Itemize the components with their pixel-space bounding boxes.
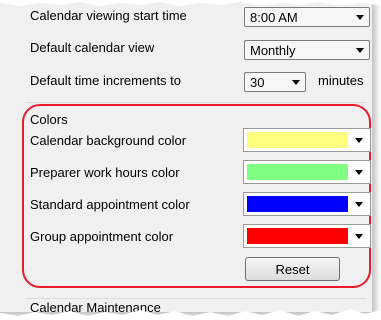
preparer-work-hours-color-label: Preparer work hours color bbox=[30, 165, 180, 180]
torn-edge-bottom bbox=[0, 309, 381, 320]
preparer-work-hours-color-picker[interactable] bbox=[243, 160, 371, 184]
standard-appointment-color-label: Standard appointment color bbox=[30, 197, 190, 212]
start-time-label: Calendar viewing start time bbox=[30, 8, 187, 23]
group-appointment-color-label: Group appointment color bbox=[30, 229, 174, 244]
color-swatch bbox=[247, 164, 348, 180]
increments-dropdown[interactable]: 30 bbox=[244, 72, 306, 92]
group-separator bbox=[26, 102, 366, 103]
colors-group-title: Colors bbox=[30, 112, 68, 127]
chevron-down-icon bbox=[287, 73, 305, 91]
calendar-background-color-label: Calendar background color bbox=[30, 133, 187, 148]
default-view-value: Monthly bbox=[250, 43, 296, 58]
increments-label: Default time increments to bbox=[30, 73, 182, 88]
default-view-dropdown[interactable]: Monthly bbox=[244, 40, 370, 60]
chevron-down-icon bbox=[350, 163, 368, 181]
increments-value: 30 bbox=[250, 75, 265, 90]
chevron-down-icon bbox=[350, 131, 368, 149]
increments-unit: minutes bbox=[318, 73, 364, 88]
default-view-label: Default calendar view bbox=[30, 40, 155, 55]
group-appointment-color-picker[interactable] bbox=[243, 224, 371, 248]
start-time-value: 8:00 AM bbox=[250, 10, 298, 25]
chevron-down-icon bbox=[351, 8, 369, 26]
chevron-down-icon bbox=[350, 195, 368, 213]
start-time-dropdown[interactable]: 8:00 AM bbox=[244, 7, 370, 27]
reset-button[interactable]: Reset bbox=[245, 257, 340, 281]
color-swatch bbox=[247, 228, 348, 244]
reset-button-label: Reset bbox=[275, 261, 310, 277]
calendar-background-color-picker[interactable] bbox=[243, 128, 371, 152]
chevron-down-icon bbox=[350, 227, 368, 245]
chevron-down-icon bbox=[351, 41, 369, 59]
group-separator bbox=[26, 298, 366, 299]
color-swatch bbox=[247, 196, 348, 212]
color-swatch bbox=[247, 132, 348, 148]
standard-appointment-color-picker[interactable] bbox=[243, 192, 371, 216]
